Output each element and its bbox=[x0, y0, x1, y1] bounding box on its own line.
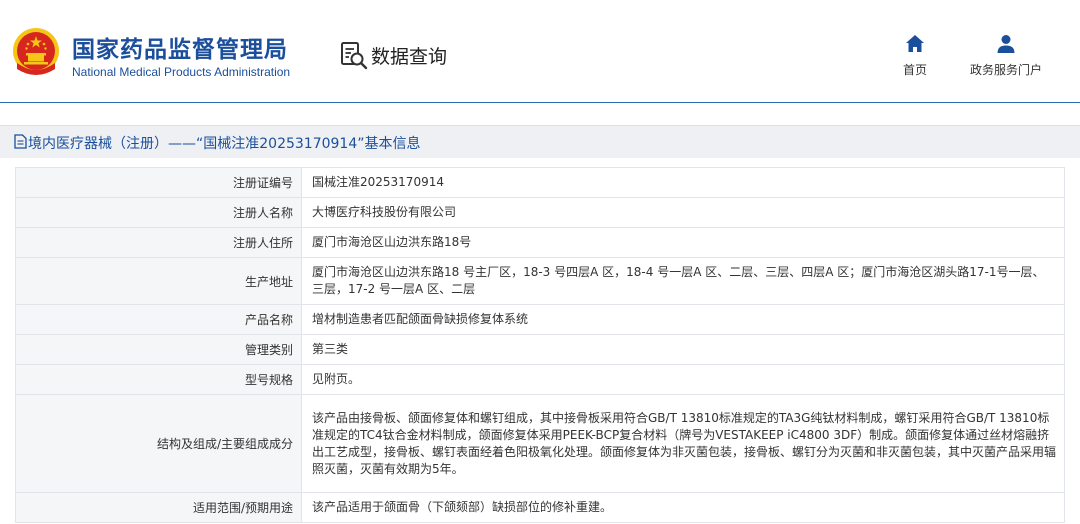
table-row: 适用范围/预期用途 该产品适用于颌面骨（下颌颏部）缺损部位的修补重建。 bbox=[15, 492, 1065, 523]
table-row: 注册人住所 厦门市海沧区山边洪东路18号 bbox=[15, 227, 1065, 258]
row-label: 结构及组成/主要组成成分 bbox=[15, 394, 302, 493]
nav-home-label: 首页 bbox=[902, 63, 927, 77]
row-value: 国械注准20253170914 bbox=[301, 167, 1065, 198]
table-row: 生产地址 厦门市海沧区山边洪东路18 号主厂区，18-3 号四层A 区，18-4… bbox=[15, 257, 1065, 305]
table-row: 注册人名称 大博医疗科技股份有限公司 bbox=[15, 197, 1065, 228]
home-icon bbox=[906, 35, 924, 52]
data-query-label: 数据查询 bbox=[371, 45, 448, 68]
row-value: 厦门市海沧区山边洪东路18 号主厂区，18-3 号四层A 区，18-4 号一层A… bbox=[301, 257, 1065, 305]
row-value: 第三类 bbox=[301, 334, 1065, 365]
row-label: 注册证编号 bbox=[15, 167, 302, 198]
row-value: 该产品适用于颌面骨（下颌颏部）缺损部位的修补重建。 bbox=[301, 492, 1065, 523]
org-name-en: National Medical Products Administration bbox=[72, 65, 291, 79]
table-row: 注册证编号 国械注准20253170914 bbox=[15, 167, 1065, 198]
row-label: 生产地址 bbox=[15, 257, 302, 305]
table-row: 型号规格 见附页。 bbox=[15, 364, 1065, 395]
nav-service-portal-label: 政务服务门户 bbox=[969, 63, 1042, 77]
user-icon bbox=[997, 35, 1015, 53]
site-header: 国家药品监督管理局 National Medical Products Admi… bbox=[0, 0, 1080, 103]
national-emblem-icon bbox=[13, 28, 59, 75]
page-title-bar: 境内医疗器械（注册）——“国械注准20253170914”基本信息 bbox=[0, 125, 1080, 158]
row-label: 管理类别 bbox=[15, 334, 302, 365]
row-label: 产品名称 bbox=[15, 304, 302, 335]
page-title: 境内医疗器械（注册）——“国械注准20253170914”基本信息 bbox=[28, 136, 421, 152]
row-label: 注册人名称 bbox=[15, 197, 302, 228]
nav-home[interactable]: 首页 bbox=[894, 33, 936, 78]
nav-service-portal[interactable]: 政务服务门户 bbox=[962, 33, 1050, 78]
document-search-icon bbox=[341, 42, 368, 70]
row-value: 增材制造患者匹配颌面骨缺损修复体系统 bbox=[301, 304, 1065, 335]
table-row: 管理类别 第三类 bbox=[15, 334, 1065, 365]
table-row: 结构及组成/主要组成成分 该产品由接骨板、颌面修复体和螺钉组成，其中接骨板采用符… bbox=[15, 394, 1065, 493]
row-value: 该产品由接骨板、颌面修复体和螺钉组成，其中接骨板采用符合GB/T 13810标准… bbox=[301, 394, 1065, 493]
detail-table: 注册证编号 国械注准20253170914 注册人名称 大博医疗科技股份有限公司… bbox=[15, 167, 1065, 523]
row-label: 型号规格 bbox=[15, 364, 302, 395]
table-row: 产品名称 增材制造患者匹配颌面骨缺损修复体系统 bbox=[15, 304, 1065, 335]
org-name-cn: 国家药品监督管理局 bbox=[72, 37, 288, 63]
row-value: 见附页。 bbox=[301, 364, 1065, 395]
document-icon bbox=[14, 134, 27, 149]
row-value: 厦门市海沧区山边洪东路18号 bbox=[301, 227, 1065, 258]
row-label: 注册人住所 bbox=[15, 227, 302, 258]
row-label: 适用范围/预期用途 bbox=[15, 492, 302, 523]
row-value: 大博医疗科技股份有限公司 bbox=[301, 197, 1065, 228]
data-query-section: 数据查询 bbox=[339, 40, 447, 70]
